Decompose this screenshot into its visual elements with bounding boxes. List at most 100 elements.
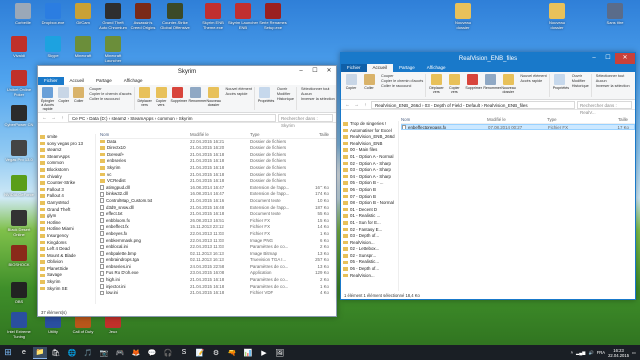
nav-item[interactable]: RealVision_ENB_266d	[341, 134, 398, 141]
taskbar-app-button[interactable]: ▶	[257, 347, 271, 359]
desktop-shortcut[interactable]: Vivaldi	[4, 36, 34, 58]
tab-affichage[interactable]: Affichage	[421, 64, 452, 72]
nav-item[interactable]: Trop de singeries !	[341, 121, 398, 128]
search-input[interactable]: Rechercher dans : Skyrim	[278, 113, 333, 128]
taskbar-app-button[interactable]: 📷	[97, 347, 111, 359]
nav-item[interactable]: Skyrim SE	[38, 286, 95, 293]
tab-partage[interactable]: Partage	[90, 77, 118, 85]
nav-item[interactable]: Blockstorm	[38, 167, 95, 174]
tray-chevron-icon[interactable]: ˄	[571, 350, 573, 355]
copy-to-button[interactable]: Copier vers	[446, 74, 462, 97]
paste-shortcut-button[interactable]: Coller le raccourci	[381, 84, 423, 89]
taskbar-app-button[interactable]: 📊	[241, 347, 255, 359]
desktop-shortcut[interactable]: Skype	[38, 36, 68, 58]
desktop-shortcut[interactable]: Black Desert Online	[4, 210, 34, 237]
skyrim-explorer-window[interactable]: Skyrim – ☐ ✕ Fichier Accueil Partage Aff…	[37, 65, 337, 317]
desktop-shortcut[interactable]: Unibet Online Poker	[4, 70, 34, 97]
nav-item[interactable]: 05 - Option B - ...	[341, 180, 398, 187]
taskbar-app-button[interactable]: 🎮	[113, 347, 127, 359]
history-button[interactable]: Historique	[277, 97, 294, 102]
back-icon[interactable]: ←	[41, 115, 48, 120]
nav-item[interactable]: 05 - Realistic...	[341, 259, 398, 266]
nav-item[interactable]: Counter-Strike	[38, 180, 95, 187]
desktop-shortcut[interactable]: Sans titre	[600, 3, 630, 25]
tab-affichage[interactable]: Affichage	[118, 77, 149, 85]
desktop-shortcut[interactable]: OBS	[4, 282, 34, 304]
path-field[interactable]: RealVision_ENB_266d › 03 - Depth of Fiel…	[371, 100, 575, 109]
desktop-shortcut[interactable]: NVIDIA GeForce	[4, 175, 34, 197]
file-row[interactable]: enbeffectprepass.fx 07.08.2014 00:27 Fichi…	[401, 123, 635, 131]
clock[interactable]: 16:23 22.04.2015	[608, 348, 629, 358]
back-icon[interactable]: ←	[344, 102, 351, 107]
file-row[interactable]: high.ini 21.04.2015 16:18 Paramètres de co…	[100, 277, 336, 284]
desktop-shortcut[interactable]: Counter-Strike Global Offensive	[160, 3, 190, 30]
up-icon[interactable]: ↑	[362, 102, 369, 107]
file-row[interactable]: low.ini 21.04.2015 16:18 Fichier VDF 4 Ko	[100, 290, 336, 297]
up-icon[interactable]: ↑	[59, 115, 66, 120]
nav-item[interactable]: 03 - Option A - Sharp	[341, 167, 398, 174]
delete-button[interactable]: Supprimer	[464, 74, 482, 97]
properties-button[interactable]: Propriétés	[257, 87, 274, 110]
forward-icon[interactable]: →	[353, 102, 360, 107]
file-row[interactable]: enbseries.ini 24.04.2015 22:58 Paramètres …	[100, 264, 336, 271]
nav-item[interactable]: steam2	[38, 147, 95, 154]
nav-item[interactable]: RealVision...	[341, 273, 398, 280]
easy-access-button[interactable]: Accès rapide	[226, 92, 252, 97]
column-header[interactable]: Nom	[100, 132, 190, 138]
file-row[interactable]: VCRedist 21.04.2015 16:18 Dossier de fichi…	[100, 178, 336, 185]
taskbar-app-button[interactable]: e	[17, 347, 31, 359]
desktop-shortcut[interactable]: Assassin's Creed Origins	[128, 3, 158, 30]
desktop-shortcut[interactable]: Nouveau dossier	[448, 3, 478, 30]
column-header[interactable]: Modifié le	[487, 117, 547, 123]
copy-button[interactable]: Copier	[343, 74, 359, 97]
desktop-shortcut[interactable]: Nouveau dossier	[542, 3, 572, 30]
taskbar-app-button[interactable]: 🌐	[65, 347, 79, 359]
nav-item[interactable]: 02 - Fantasy E...	[341, 227, 398, 234]
file-row[interactable]: Fus Ro D'oh.exe 23.04.2015 16:08 Applicati…	[100, 270, 336, 277]
rename-button[interactable]: Renommer	[188, 87, 206, 110]
desktop-shortcut[interactable]: Dropbox.exe	[38, 3, 68, 25]
realvision-explorer-window[interactable]: RealVision_ENB_files – ☐ ✕ Fichier Accue…	[340, 52, 636, 300]
column-header[interactable]: Type	[547, 117, 603, 123]
desktop-shortcut[interactable]: Skyrim ENB Theme.exe	[198, 3, 228, 30]
invert-selection-button[interactable]: Inverser la sélection	[596, 84, 630, 89]
paste-shortcut-button[interactable]: Coller le raccourci	[89, 97, 131, 102]
file-row[interactable]: enbkernmask.png 22.04.2013 11:03 Image PNG…	[100, 238, 336, 245]
nav-item[interactable]: SteamApps	[38, 154, 95, 161]
nav-item[interactable]: Fallout 3	[38, 187, 95, 194]
nav-item[interactable]: Hotline	[38, 220, 95, 227]
nav-item[interactable]: 01 - Realistic ...	[341, 213, 398, 220]
move-to-button[interactable]: Déplacer vers	[428, 74, 444, 97]
desktop-shortcut[interactable]: Minecraft Launcher	[98, 36, 128, 63]
desktop-shortcut[interactable]: Intel Extreme Tuning	[4, 312, 34, 339]
tab-fichier[interactable]: Fichier	[341, 64, 367, 72]
nav-item[interactable]: 00 - Main files	[341, 147, 398, 154]
history-button[interactable]: Historique	[572, 84, 589, 89]
language-indicator[interactable]: FRA	[597, 350, 605, 355]
taskbar-app-button[interactable]: 📝	[193, 347, 207, 359]
file-row[interactable]: enbeyes.fx 22.04.2013 11:03 Fichier FX 1 Ko	[100, 231, 336, 238]
title-bar[interactable]: RealVision_ENB_files – ☐ ✕	[341, 53, 635, 64]
file-row[interactable]: Data 22.04.2015 16:21 Dossier de fichiers	[100, 139, 336, 146]
nav-item[interactable]: 08 - Option B - Normal	[341, 200, 398, 207]
file-row[interactable]: atimgpud.dll 16.08.2014 16:47 Extension de…	[100, 185, 336, 192]
column-header[interactable]: Modifié le	[190, 132, 250, 138]
file-row[interactable]: enbeffect.fx 15.11.2013 23:12 Fichier FX 14…	[100, 224, 336, 231]
nav-item[interactable]: glym	[38, 213, 95, 220]
file-row[interactable]: enbseries 21.04.2015 16:18 Dossier de fich…	[100, 158, 336, 165]
file-row[interactable]: enbraindrops.tga 02.11.2013 16:13 Truevisi…	[100, 257, 336, 264]
nav-item[interactable]: Left 4 Dead	[38, 246, 95, 253]
nav-item[interactable]: common	[38, 160, 95, 167]
taskbar-app-button[interactable]: 🖼	[273, 347, 287, 359]
taskbar-app-button[interactable]: ⚙	[209, 347, 223, 359]
nav-item[interactable]: 01 - Decent D	[341, 207, 398, 214]
desktop-shortcut[interactable]: GifCam	[68, 3, 98, 25]
notifications-icon[interactable]: ▭	[632, 350, 636, 355]
move-to-button[interactable]: Déplacer vers	[137, 87, 153, 110]
nav-item[interactable]: 07 - Option B	[341, 194, 398, 201]
taskbar-app-button[interactable]: 🎧	[161, 347, 175, 359]
nav-item[interactable]: 01 - Sun for E...	[341, 220, 398, 227]
paste-button[interactable]: Coller	[361, 74, 377, 97]
desktop-shortcut[interactable]: Corbeille	[8, 3, 38, 25]
file-row[interactable]: vc 21.04.2015 16:18 Dossier de fichiers	[100, 172, 336, 179]
